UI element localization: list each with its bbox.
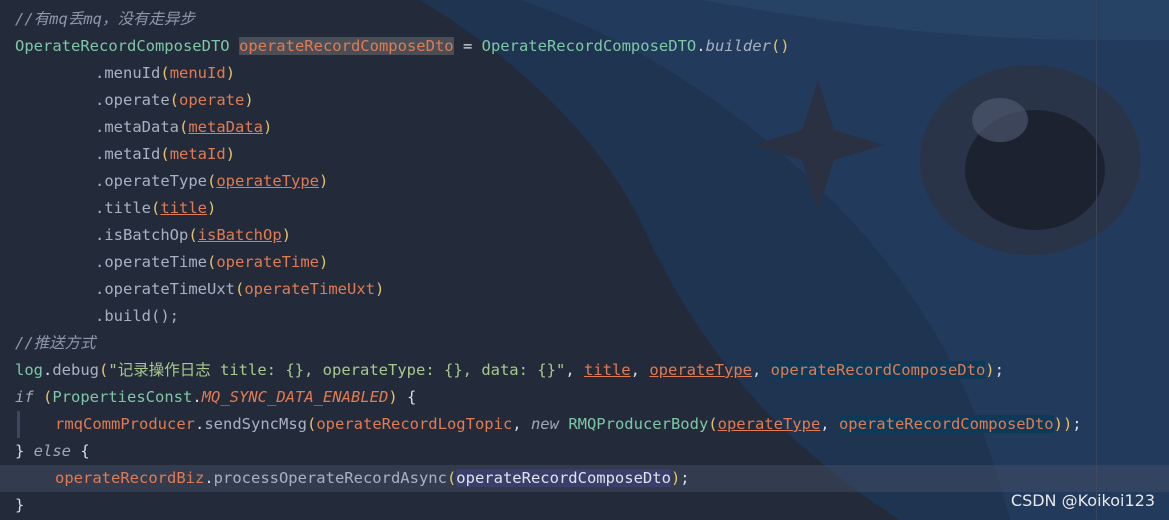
watermark: CSDN @Koikoi123 (1010, 491, 1155, 510)
builder-chain-line: .menuId(menuId) (95, 64, 236, 82)
builder-chain-line: .title(title) (95, 199, 217, 217)
log-arg-operate-type[interactable]: operateType (649, 361, 752, 379)
code-line-async-current: operateRecordBiz.processOperateRecordAsy… (0, 465, 1169, 492)
log-arg-dto[interactable]: operateRecordComposeDto (770, 361, 986, 379)
comment: //推送方式 (15, 334, 96, 352)
dot: . (95, 226, 105, 244)
builder-arg[interactable]: operateTimeUxt (244, 280, 375, 298)
class-name: PropertiesConst (52, 388, 193, 406)
type-name: OperateRecordComposeDTO (15, 37, 230, 55)
code-line-if: if (PropertiesConst.MQ_SYNC_DATA_ENABLED… (15, 388, 417, 406)
builder-method: operateTimeUxt (104, 280, 235, 298)
builder-arg[interactable]: operateType (216, 172, 319, 190)
builder-method: title (104, 199, 152, 217)
dot: . (95, 64, 105, 82)
builder-method: isBatchOp (104, 226, 189, 244)
dot: . (95, 280, 105, 298)
dot: . (95, 253, 105, 271)
builder-method: operateTime (104, 253, 207, 271)
type-name: OperateRecordComposeDTO (481, 37, 697, 55)
builder-chain-line: .metaId(metaId) (95, 145, 236, 163)
body-arg-operate-type[interactable]: operateType (718, 415, 821, 433)
code-line-else: } else { (15, 442, 90, 460)
code-line-2: OperateRecordComposeDTO operateRecordCom… (0, 33, 1169, 60)
builder-arg[interactable]: title (160, 199, 207, 217)
parens: () (770, 37, 790, 55)
code-line-1: //有mq丢mq，没有走异步 (0, 6, 1169, 33)
indent-guide (17, 411, 20, 438)
body-arg-dto[interactable]: operateRecordComposeDto (838, 415, 1054, 433)
keyword-else: else (33, 442, 71, 460)
builder-arg[interactable]: metaData (188, 118, 263, 136)
code-editor[interactable]: //有mq丢mq，没有走异步 OperateRecordComposeDTO o… (0, 0, 1169, 520)
builder-chain-line: .isBatchOp(isBatchOp) (95, 226, 292, 244)
constant: MQ_SYNC_DATA_ENABLED (201, 388, 389, 406)
code-line-build: .build(); (0, 303, 1169, 330)
dot: . (696, 37, 706, 55)
builder-arg[interactable]: isBatchOp (198, 226, 282, 244)
builder-chain-line: .operate(operate) (95, 91, 254, 109)
biz-field: operateRecordBiz (55, 469, 205, 487)
variable-highlighted[interactable]: operateRecordComposeDto (238, 37, 454, 55)
log-object: log (15, 361, 43, 379)
code-line-log: log.debug("记录操作日志 title: {}, operateType… (15, 361, 1004, 379)
builder-method: metaData (104, 118, 179, 136)
builder-arg[interactable]: operate (179, 91, 244, 109)
async-arg-dto[interactable]: operateRecordComposeDto (456, 469, 671, 487)
builder-arg[interactable]: menuId (170, 64, 226, 82)
builder-chain: .menuId(menuId) .operate(operate) .metaDat… (0, 60, 1169, 303)
builder-arg[interactable]: operateTime (216, 253, 319, 271)
send-method: sendSyncMsg (204, 415, 307, 433)
builder-arg[interactable]: metaId (170, 145, 226, 163)
build-call: .build(); (95, 307, 179, 325)
producer-field: rmqCommProducer (55, 415, 195, 433)
builder-method: operate (104, 91, 170, 109)
dot: . (95, 91, 105, 109)
builder-chain-line: .operateType(operateType) (95, 172, 329, 190)
builder-chain-line: .operateTime(operateTime) (95, 253, 329, 271)
dot: . (95, 145, 105, 163)
topic-field: operateRecordLogTopic (316, 415, 513, 433)
closing-brace: } (15, 496, 25, 514)
code-line-close: } (0, 492, 1169, 519)
code-line-comment2: //推送方式 (0, 330, 1169, 357)
log-method: debug (52, 361, 100, 379)
builder-method: operateType (104, 172, 207, 190)
dot: . (95, 118, 105, 136)
class-name: RMQProducerBody (568, 415, 709, 433)
keyword-if: if (15, 388, 34, 406)
static-method: builder (705, 37, 771, 55)
comment: //有mq丢mq，没有走异步 (15, 10, 195, 28)
builder-method: menuId (104, 64, 161, 82)
string-literal: "记录操作日志 title: {}, operateType: {}, data… (108, 361, 566, 379)
builder-chain-line: .operateTimeUxt(operateTimeUxt) (95, 280, 385, 298)
log-arg-title[interactable]: title (584, 361, 631, 379)
keyword-new: new (530, 415, 559, 433)
dot: . (95, 172, 105, 190)
async-method: processOperateRecordAsync (213, 469, 447, 487)
code-line-send: rmqCommProducer.sendSyncMsg(operateRecor… (0, 411, 1169, 438)
builder-method: metaId (104, 145, 161, 163)
dot: . (95, 199, 105, 217)
code-block: //有mq丢mq，没有走异步 OperateRecordComposeDTO o… (0, 6, 1169, 519)
operator: = (453, 37, 482, 55)
builder-chain-line: .metaData(metaData) (95, 118, 273, 136)
